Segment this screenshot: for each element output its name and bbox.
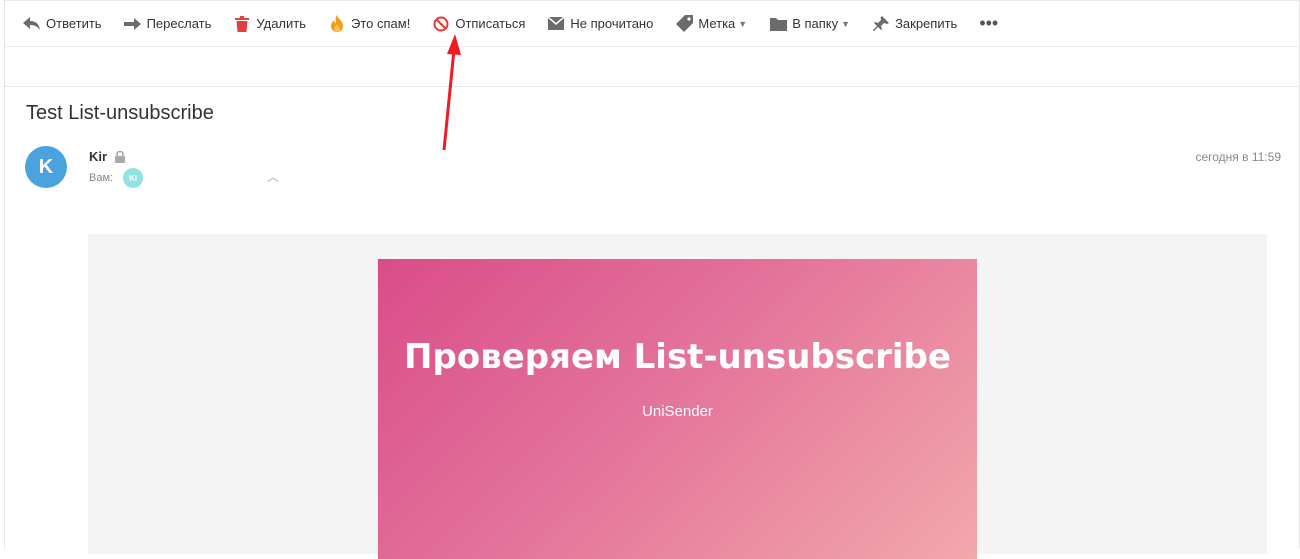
pin-button[interactable]: Закрепить — [872, 9, 957, 39]
folder-icon — [769, 15, 787, 33]
to-label: Вам: — [89, 172, 114, 184]
message-toolbar: Ответить Переслать Удалить Это спам! Отп… — [5, 0, 1300, 47]
envelope-icon — [547, 15, 565, 33]
unsubscribe-label: Отписаться — [455, 16, 526, 31]
tag-icon — [675, 15, 693, 33]
mark-unread-button[interactable]: Не прочитано — [547, 9, 653, 39]
chevron-down-icon: ▼ — [738, 18, 748, 29]
prohibited-icon — [432, 15, 450, 33]
reply-icon — [23, 15, 41, 33]
recipients-row: Вам: KI — [89, 168, 144, 188]
recipient-avatar[interactable]: KI — [123, 168, 144, 188]
sender-avatar[interactable]: K — [25, 146, 67, 188]
unsubscribe-button[interactable]: Отписаться — [432, 9, 525, 39]
sender-name: Kir — [89, 149, 108, 164]
reply-label: Ответить — [46, 16, 102, 31]
pin-label: Закрепить — [895, 16, 958, 31]
avatar-letter: K — [38, 155, 54, 178]
chevron-down-icon: ▼ — [841, 18, 851, 29]
banner-title: Проверяем List-unsubscribe — [404, 337, 951, 377]
email-banner: Проверяем List-unsubscribe UniSender — [378, 259, 977, 559]
label-text: Метка — [698, 16, 736, 31]
label-dropdown[interactable]: Метка ▼ — [675, 9, 747, 39]
forward-label: Переслать — [146, 16, 212, 31]
trash-icon — [233, 15, 251, 33]
recipient-initials: KI — [129, 173, 138, 183]
delete-label: Удалить — [256, 16, 307, 31]
move-to-folder-dropdown[interactable]: В папку ▼ — [769, 9, 850, 39]
sender-info[interactable]: Kir — [89, 149, 126, 164]
lock-icon — [115, 150, 126, 163]
reply-button[interactable]: Ответить — [23, 9, 102, 39]
spam-label: Это спам! — [351, 16, 411, 31]
folder-label: В папку — [792, 16, 839, 31]
message-subject: Test List-unsubscribe — [26, 102, 214, 124]
unread-label: Не прочитано — [570, 16, 654, 31]
forward-arrow-icon — [123, 15, 142, 33]
pin-icon — [872, 15, 890, 33]
toolbar-secondary-strip — [5, 47, 1300, 87]
flame-icon — [328, 15, 346, 33]
spam-button[interactable]: Это спам! — [328, 9, 410, 39]
message-date: сегодня в 11:59 — [1195, 150, 1281, 164]
mail-frame: Ответить Переслать Удалить Это спам! Отп… — [4, 0, 1300, 559]
chevron-up-icon[interactable]: ︿ — [267, 168, 279, 185]
more-options-button[interactable]: ••• — [979, 9, 998, 39]
banner-subtitle: UniSender — [642, 403, 713, 420]
forward-button[interactable]: Переслать — [123, 9, 212, 39]
more-dots-icon: ••• — [979, 13, 999, 33]
delete-button[interactable]: Удалить — [233, 9, 306, 39]
